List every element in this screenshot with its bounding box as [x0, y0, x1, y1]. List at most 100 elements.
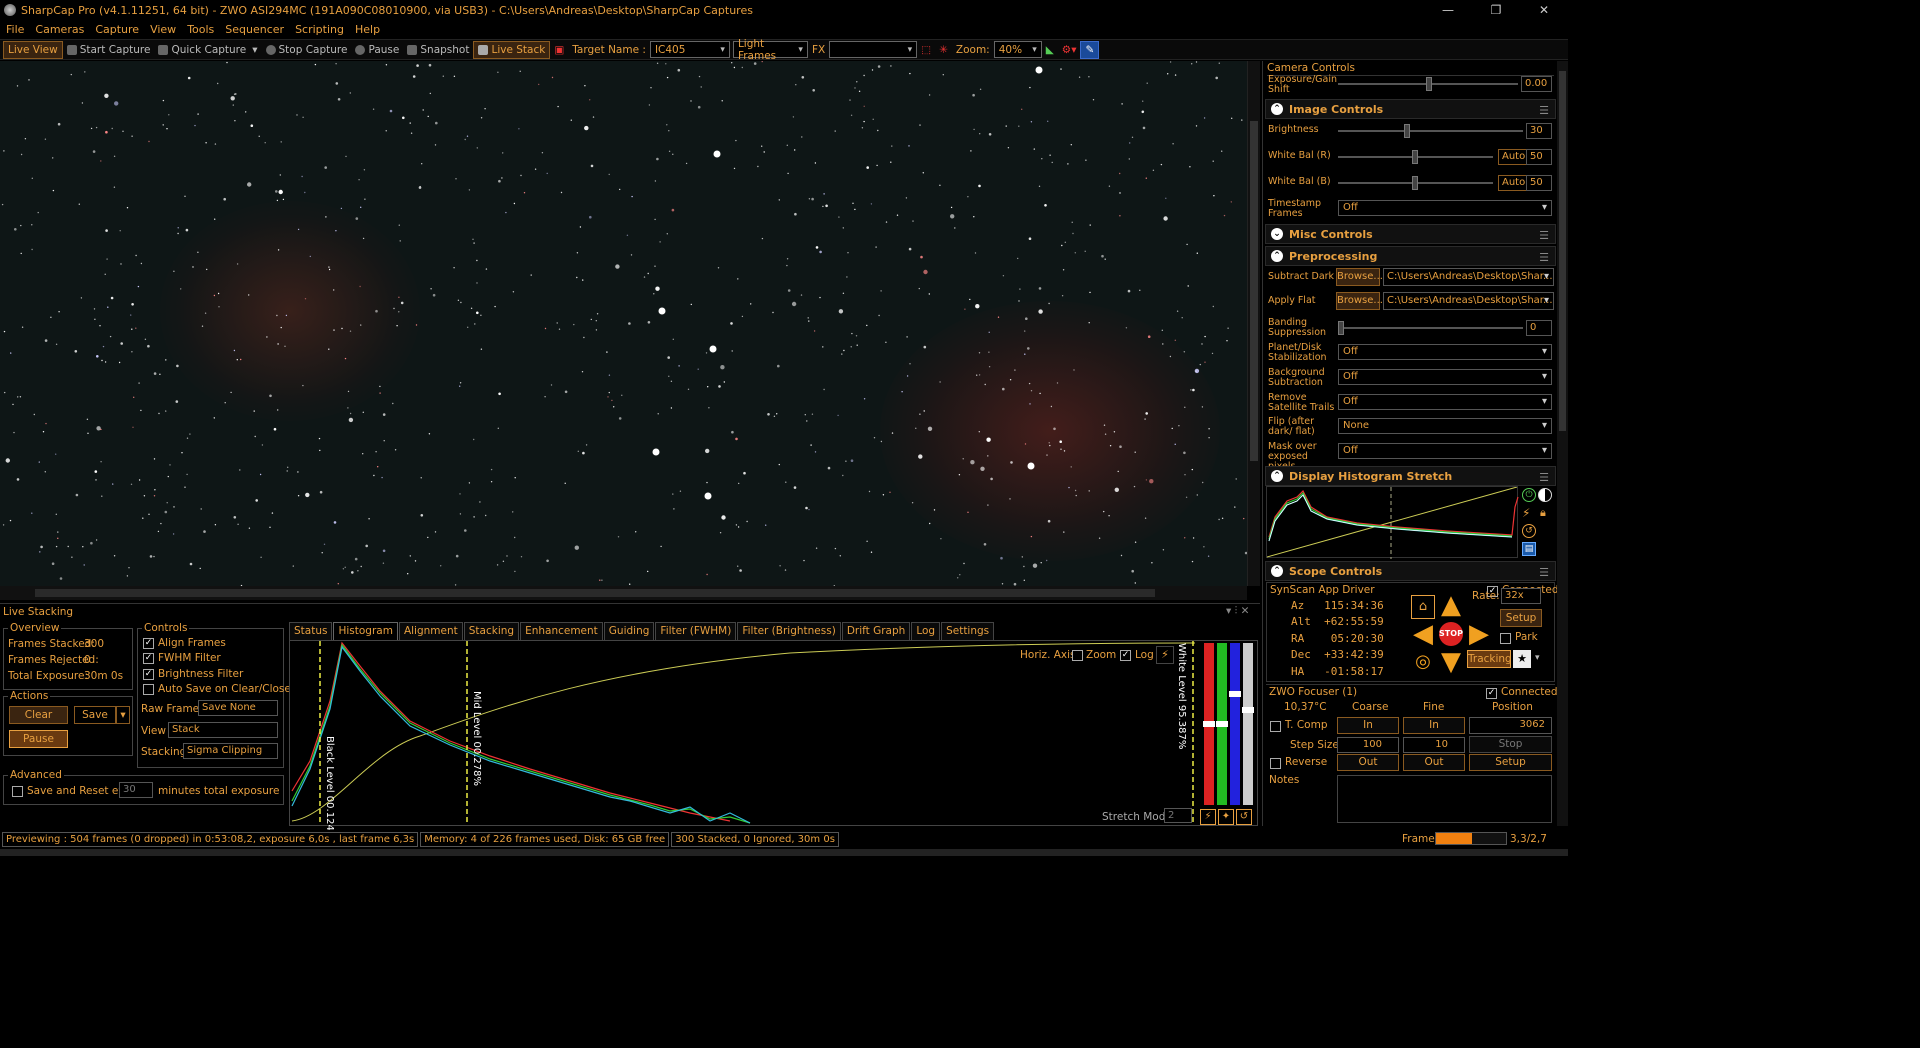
planet-stabilization-select[interactable]: Off: [1338, 344, 1552, 360]
image-controls-header[interactable]: ⌃ Image Controls ☰: [1265, 99, 1556, 119]
save-reset-minutes-input[interactable]: 30: [119, 782, 153, 798]
menu-file[interactable]: File: [6, 23, 24, 36]
rec-icon[interactable]: ▣: [550, 41, 568, 59]
tracking-button[interactable]: Tracking: [1467, 650, 1512, 668]
pin-icon[interactable]: ✎: [1080, 40, 1100, 59]
fx-select[interactable]: [829, 41, 918, 58]
apply-flat-browse-button[interactable]: Browse...: [1336, 292, 1383, 310]
save-icon[interactable]: ▤: [1522, 542, 1536, 556]
pause-button[interactable]: Pause: [9, 730, 68, 748]
white-bal-b-value[interactable]: 50: [1526, 175, 1552, 191]
subtract-dark-browse-button[interactable]: Browse...: [1336, 268, 1383, 286]
tab-settings[interactable]: Settings: [941, 622, 995, 640]
menu-capture[interactable]: Capture: [95, 23, 139, 36]
image-viewer[interactable]: [0, 61, 1247, 586]
auto-stretch-icon[interactable]: ⚡: [1522, 506, 1530, 520]
tab-enhancement[interactable]: Enhancement: [520, 622, 603, 640]
menu-view[interactable]: View: [150, 23, 176, 36]
banding-suppression-slider[interactable]: [1338, 321, 1523, 335]
zoom-select[interactable]: 40%: [993, 41, 1042, 58]
power-icon[interactable]: ⏻: [1522, 488, 1536, 502]
zoom-checkbox[interactable]: [1072, 650, 1083, 661]
tab-histogram[interactable]: Histogram: [333, 622, 398, 640]
tab-guiding[interactable]: Guiding: [603, 622, 655, 640]
mask-overexposed-select[interactable]: Off: [1338, 443, 1552, 459]
menu-help[interactable]: Help: [355, 23, 380, 36]
white-bal-r-slider[interactable]: [1338, 150, 1493, 164]
live-view-button[interactable]: Live View: [3, 40, 63, 59]
tab-alignment[interactable]: Alignment: [398, 622, 463, 640]
fine-in-button[interactable]: In: [1403, 717, 1465, 734]
star-icon[interactable]: ★: [1513, 650, 1531, 668]
fwhm-filter-checkbox[interactable]: ✓: [143, 653, 154, 664]
display-histogram-header[interactable]: ⌃ Display Histogram Stretch ☰: [1265, 466, 1556, 486]
center-target-icon[interactable]: ◎: [1411, 650, 1435, 674]
viewer-horizontal-scrollbar[interactable]: [0, 586, 1247, 600]
menu-icon[interactable]: ☰: [1539, 471, 1549, 484]
white-bal-b-auto-button[interactable]: Auto: [1498, 175, 1530, 191]
apply-flat-path-select[interactable]: C:\Users\Andreas\Desktop\Shar...: [1383, 292, 1554, 310]
stacking-select[interactable]: Sigma Clipping: [183, 743, 278, 759]
arrow-right-icon[interactable]: ▶: [1467, 621, 1491, 647]
reverse-checkbox[interactable]: [1270, 758, 1281, 769]
fine-step-input[interactable]: 10: [1403, 737, 1465, 753]
brightness-value[interactable]: 30: [1526, 123, 1552, 139]
tab-filter-brightness[interactable]: Filter (Brightness): [737, 622, 841, 640]
subtract-dark-path-select[interactable]: C:\Users\Andreas\Desktop\Shar...: [1383, 268, 1554, 286]
log-checkbox[interactable]: ✓: [1120, 650, 1131, 661]
timestamp-frames-select[interactable]: Off: [1338, 200, 1552, 216]
lock-icon[interactable]: 🔒︎: [1540, 506, 1546, 520]
misc-controls-header[interactable]: ⌄ Misc Controls ☰: [1265, 224, 1556, 244]
arrow-up-icon[interactable]: ▲: [1439, 592, 1463, 618]
crosshair-icon[interactable]: ✳: [935, 41, 952, 59]
tab-status[interactable]: Status: [289, 622, 333, 640]
settings-icon[interactable]: ⚙▾: [1058, 41, 1081, 59]
expand-icon[interactable]: ⌄: [1271, 228, 1283, 240]
collapse-icon[interactable]: ⌃: [1271, 103, 1283, 115]
stack-histogram[interactable]: Black Level 00.124% Mid Level 00.278% Wh…: [289, 640, 1258, 840]
exposure-gain-shift-value[interactable]: 0.00: [1521, 76, 1552, 92]
panel-pin-icon[interactable]: ▾ ⫶ ✕: [1226, 605, 1249, 618]
notes-textarea[interactable]: [1337, 775, 1552, 823]
stop-capture-button[interactable]: Stop Capture: [262, 41, 352, 59]
arrow-down-icon[interactable]: ▼: [1439, 649, 1463, 675]
collapse-icon[interactable]: ⌃: [1271, 250, 1283, 262]
stop-button[interactable]: STOP: [1439, 622, 1463, 646]
close-icon[interactable]: ✕: [1520, 0, 1568, 20]
auto-stretch-icon[interactable]: ⚡: [1156, 646, 1174, 664]
white-bal-b-slider[interactable]: [1338, 176, 1493, 190]
menu-scripting[interactable]: Scripting: [295, 23, 344, 36]
tab-stacking[interactable]: Stacking: [463, 622, 520, 640]
banding-suppression-value[interactable]: 0: [1526, 320, 1552, 336]
preprocessing-header[interactable]: ⌃ Preprocessing ☰: [1265, 246, 1556, 266]
coarse-in-button[interactable]: In: [1337, 717, 1399, 734]
quick-capture-button[interactable]: Quick Capture ▾: [154, 41, 261, 59]
park-checkbox[interactable]: [1500, 633, 1511, 644]
clear-button[interactable]: Clear: [9, 706, 68, 724]
tab-filter-fwhm[interactable]: Filter (FWHM): [655, 622, 737, 640]
stretch-mode-select[interactable]: 2: [1164, 808, 1192, 823]
target-name-combo[interactable]: IC405: [649, 41, 730, 58]
brightness-filter-checkbox[interactable]: ✓: [143, 669, 154, 680]
exposure-gain-shift-slider[interactable]: [1338, 77, 1518, 91]
lightning-icon[interactable]: ⚡: [1200, 809, 1216, 825]
rate-select[interactable]: 32x: [1501, 588, 1541, 604]
menu-icon[interactable]: ☰: [1539, 251, 1549, 264]
tracking-dropdown-icon[interactable]: ▾: [1535, 653, 1540, 663]
tab-log[interactable]: Log: [911, 622, 941, 640]
focuser-position-value[interactable]: 3062: [1469, 717, 1552, 734]
maximize-icon[interactable]: ❐: [1472, 0, 1520, 20]
scope-controls-header[interactable]: ⌃ Scope Controls ☰: [1265, 561, 1556, 581]
goto-home-icon[interactable]: ⌂: [1411, 595, 1435, 619]
align-frames-checkbox[interactable]: ✓: [143, 638, 154, 649]
collapse-icon[interactable]: ⌃: [1271, 470, 1283, 482]
focuser-setup-button[interactable]: Setup: [1469, 754, 1552, 771]
menu-cameras[interactable]: Cameras: [35, 23, 84, 36]
background-subtraction-select[interactable]: Off: [1338, 369, 1552, 385]
pause-button[interactable]: Pause: [351, 41, 403, 59]
white-bal-r-value[interactable]: 50: [1526, 149, 1552, 165]
menu-icon[interactable]: ☰: [1539, 229, 1549, 242]
menu-icon[interactable]: ☰: [1539, 566, 1549, 579]
histogram-icon[interactable]: ◣: [1042, 41, 1058, 59]
save-options-dropdown[interactable]: ▾: [116, 706, 130, 724]
